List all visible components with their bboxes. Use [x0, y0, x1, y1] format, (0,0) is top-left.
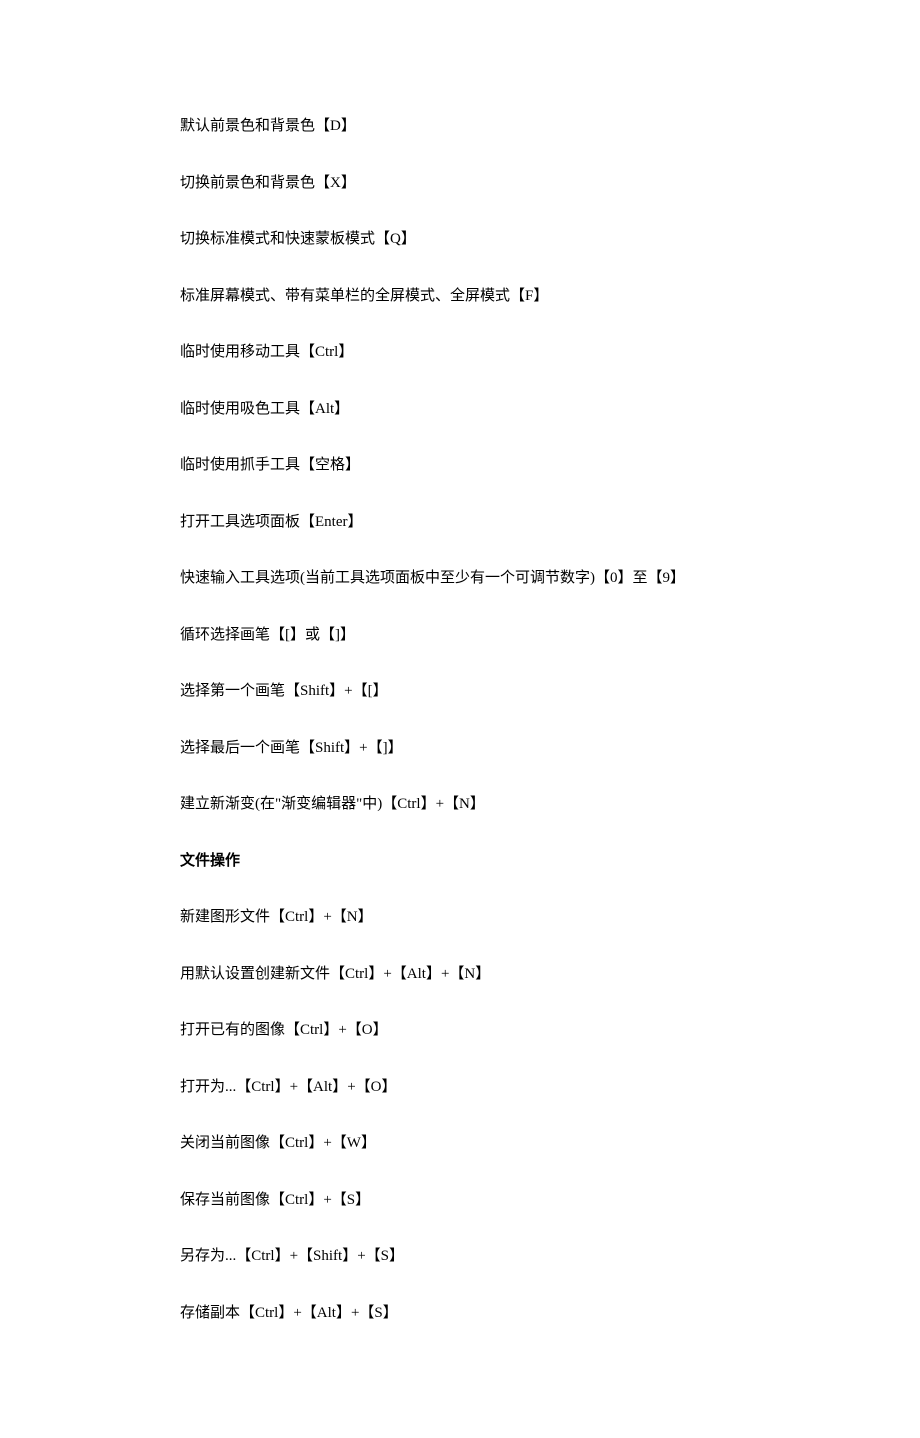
shortcut-line: 打开为...【Ctrl】+【Alt】+【O】 — [180, 1076, 740, 1099]
shortcut-line: 建立新渐变(在"渐变编辑器"中)【Ctrl】+【N】 — [180, 793, 740, 816]
shortcut-line: 新建图形文件【Ctrl】+【N】 — [180, 906, 740, 929]
section-heading: 文件操作 — [180, 850, 740, 873]
shortcut-line: 临时使用吸色工具【Alt】 — [180, 398, 740, 421]
shortcut-line: 用默认设置创建新文件【Ctrl】+【Alt】+【N】 — [180, 963, 740, 986]
shortcut-line: 默认前景色和背景色【D】 — [180, 115, 740, 138]
shortcut-line: 循环选择画笔【[】或【]】 — [180, 624, 740, 647]
shortcut-line: 选择第一个画笔【Shift】+【[】 — [180, 680, 740, 703]
document-content: 默认前景色和背景色【D】 切换前景色和背景色【X】 切换标准模式和快速蒙板模式【… — [0, 0, 920, 1438]
shortcut-line: 临时使用移动工具【Ctrl】 — [180, 341, 740, 364]
shortcut-line: 临时使用抓手工具【空格】 — [180, 454, 740, 477]
shortcut-line: 存储副本【Ctrl】+【Alt】+【S】 — [180, 1302, 740, 1325]
shortcut-line: 打开工具选项面板【Enter】 — [180, 511, 740, 534]
shortcut-line: 另存为...【Ctrl】+【Shift】+【S】 — [180, 1245, 740, 1268]
shortcut-line: 标准屏幕模式、带有菜单栏的全屏模式、全屏模式【F】 — [180, 285, 740, 308]
shortcut-line: 打开已有的图像【Ctrl】+【O】 — [180, 1019, 740, 1042]
shortcut-line: 保存当前图像【Ctrl】+【S】 — [180, 1189, 740, 1212]
shortcut-line: 切换标准模式和快速蒙板模式【Q】 — [180, 228, 740, 251]
shortcut-line: 选择最后一个画笔【Shift】+【]】 — [180, 737, 740, 760]
shortcut-line: 快速输入工具选项(当前工具选项面板中至少有一个可调节数字)【0】至【9】 — [180, 567, 740, 590]
shortcut-line: 关闭当前图像【Ctrl】+【W】 — [180, 1132, 740, 1155]
shortcut-line: 切换前景色和背景色【X】 — [180, 172, 740, 195]
